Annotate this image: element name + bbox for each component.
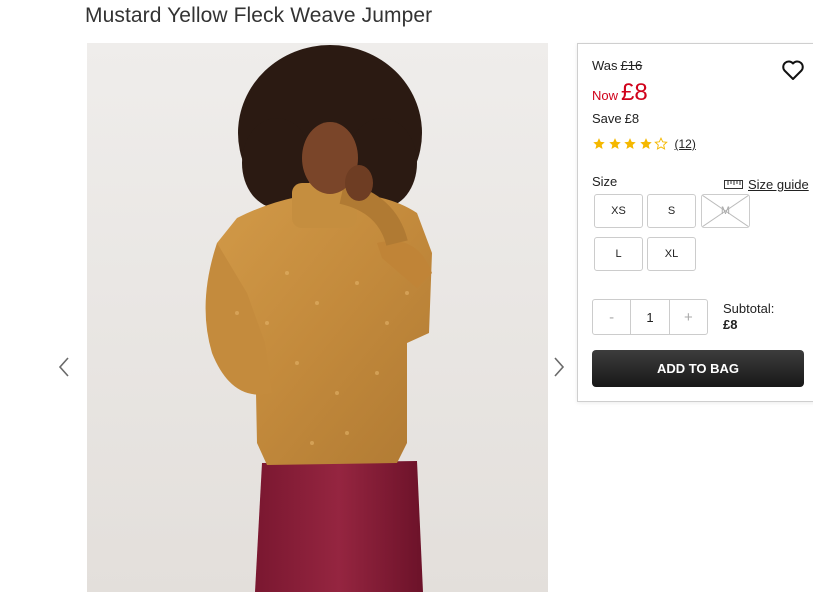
size-option-label: XS (611, 205, 626, 217)
star-rating[interactable]: (12) (592, 137, 696, 151)
size-option-l[interactable]: L (594, 237, 643, 271)
now-amount: £8 (621, 79, 648, 106)
size-option-label: M (720, 205, 731, 217)
product-image[interactable] (87, 43, 548, 592)
ruler-icon (724, 180, 743, 189)
star-icon (593, 138, 605, 149)
size-option-xl[interactable]: XL (647, 237, 696, 271)
now-label: Now (592, 88, 619, 103)
size-option-s[interactable]: S (647, 194, 696, 228)
size-option-xs[interactable]: XS (594, 194, 643, 228)
size-option-label: XL (664, 248, 679, 260)
product-title: Mustard Yellow Fleck Weave Jumper (85, 4, 433, 27)
save-value: £8 (624, 111, 640, 126)
star-icon (624, 138, 636, 149)
quantity-input[interactable]: 1 (630, 300, 670, 334)
quantity-decrease-button[interactable]: - (593, 300, 630, 334)
quantity-stepper: - 1 + (592, 299, 708, 335)
was-label: Was (592, 58, 618, 73)
size-option-m-unavailable[interactable]: M (701, 194, 750, 228)
was-price: Was £16 (592, 58, 642, 73)
star-outline-icon (654, 137, 668, 150)
now-price: Now £8 (592, 79, 648, 107)
save-amount: Save £8 (592, 111, 639, 126)
subtotal-value: £8 (723, 317, 738, 332)
heart-icon[interactable] (781, 59, 805, 81)
review-count-link[interactable]: (12) (675, 137, 696, 151)
quantity-increase-button[interactable]: + (670, 300, 707, 334)
purchase-panel: Was £16 Now £8 Save £8 (12) Size Size guide… (577, 43, 813, 402)
chevron-left-icon[interactable] (56, 355, 72, 379)
size-option-label: S (667, 205, 676, 217)
add-to-bag-button[interactable]: ADD TO BAG (592, 350, 804, 387)
save-label: Save (592, 111, 622, 126)
size-label: Size (592, 174, 618, 189)
size-option-label: L (615, 248, 622, 260)
chevron-right-icon[interactable] (551, 355, 567, 379)
star-icon (608, 138, 621, 149)
was-amount: £16 (620, 58, 643, 73)
star-icon (639, 138, 652, 149)
size-guide-link[interactable]: Size guide (724, 177, 809, 192)
size-guide-label: Size guide (748, 177, 809, 192)
product-photo (87, 43, 548, 592)
subtotal-label: Subtotal: (723, 301, 775, 316)
subtotal: Subtotal: £8 (723, 301, 774, 333)
